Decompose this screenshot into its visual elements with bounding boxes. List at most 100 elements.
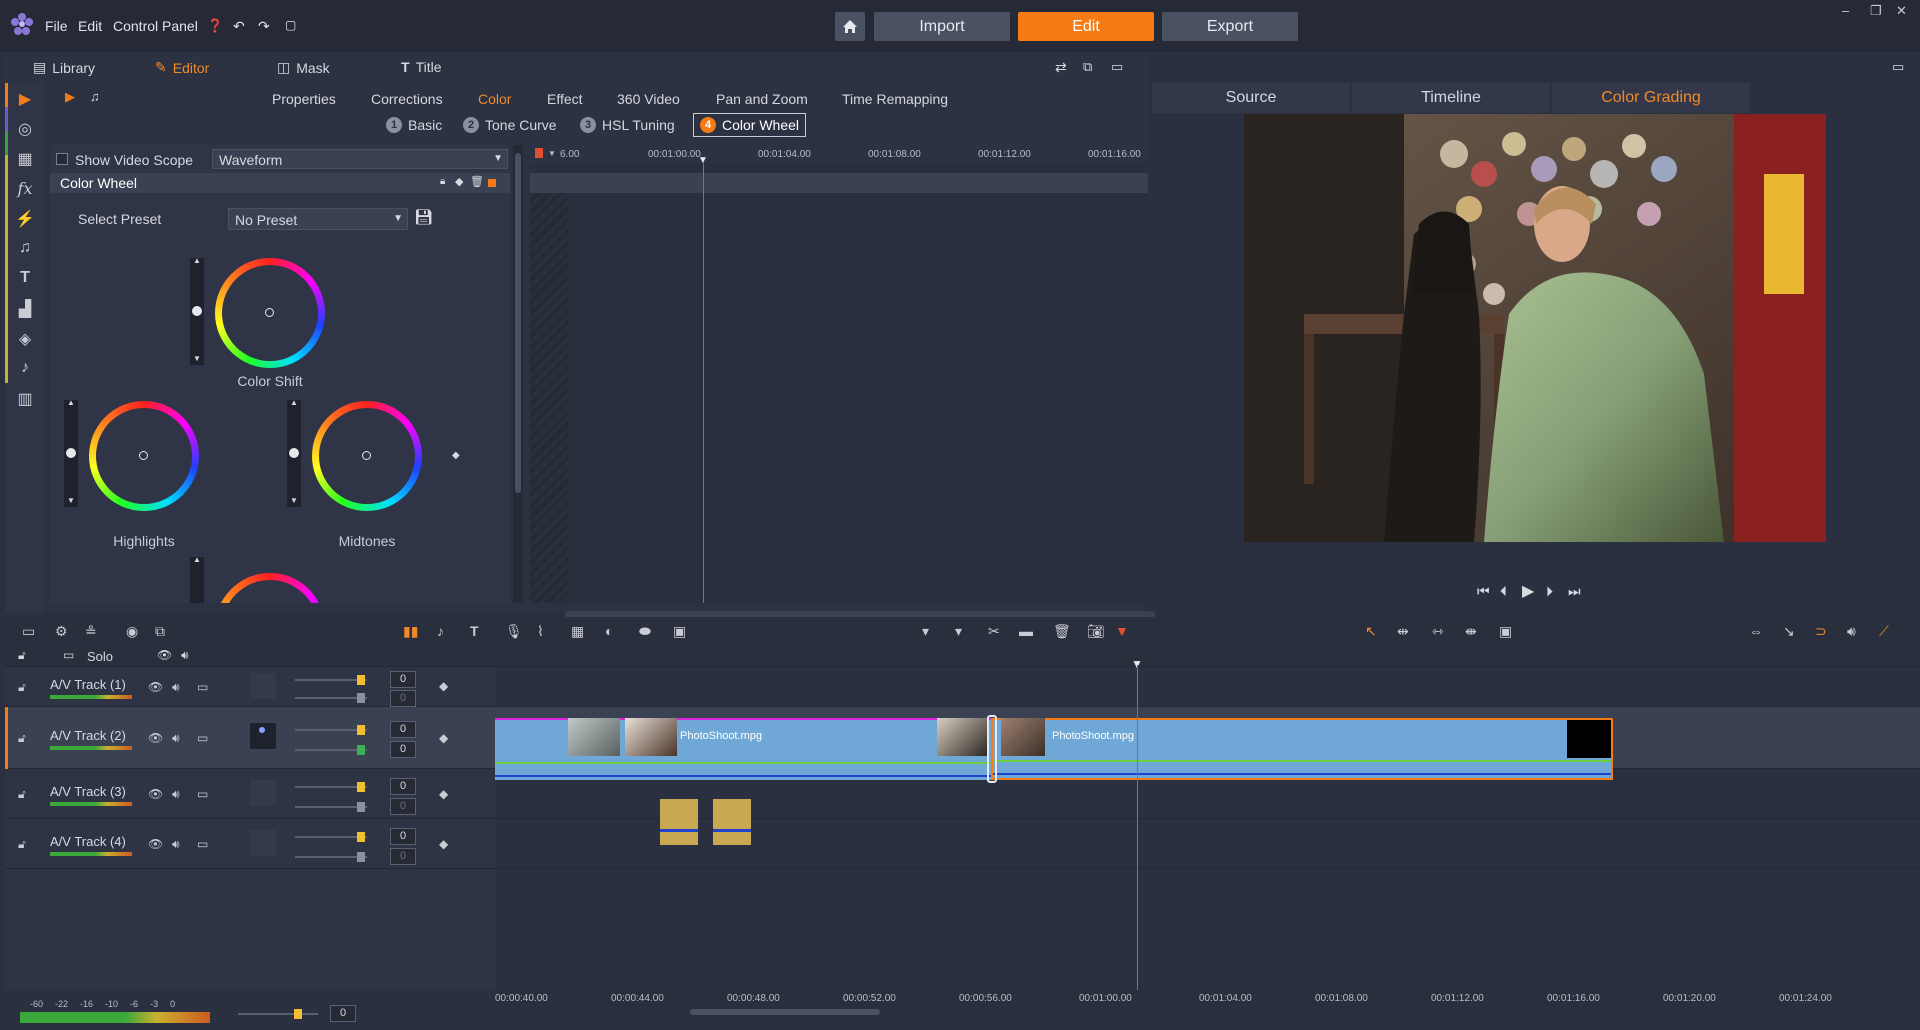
playhead-handle-icon[interactable]: ▼ (1131, 657, 1147, 671)
lock-all-icon[interactable]: 🔓︎ (18, 648, 26, 663)
lock-icon[interactable]: 🔒︎ (440, 176, 445, 187)
lock-icon[interactable]: 🔓︎ (18, 680, 26, 695)
menu-file[interactable]: File (45, 18, 68, 34)
track-header-2[interactable]: 🔓︎ A/V Track (2) 👁︎ 🔊︎ ▭ 0 0 ◆ (5, 707, 495, 769)
monitor-icon[interactable]: ▭ (197, 731, 208, 745)
pan-slider[interactable] (295, 745, 367, 755)
shadows-slider[interactable]: ▲ (190, 555, 204, 603)
volume-value[interactable]: 0 (390, 778, 416, 795)
panner-icon[interactable] (250, 830, 276, 856)
panner-icon[interactable] (250, 723, 276, 749)
layout-icon[interactable]: ▭ (1111, 59, 1123, 75)
marker-icon[interactable] (535, 148, 543, 158)
subtab-corrections[interactable]: Corrections (371, 91, 443, 107)
panel-scrollbar[interactable] (513, 145, 523, 603)
track-lane-4[interactable] (495, 819, 1920, 869)
eye-all-icon[interactable]: 👁︎ (157, 648, 172, 662)
snapshot-icon[interactable]: 📷︎ (1087, 623, 1105, 640)
volume-slider[interactable] (295, 832, 367, 842)
transition-icon[interactable]: ⚡ (15, 209, 35, 229)
playhead-handle-icon[interactable]: ▼ (698, 155, 710, 166)
video-edit-icon[interactable]: ▶ (15, 89, 35, 109)
pan-value[interactable]: 0 (390, 848, 416, 865)
subtab-color[interactable]: Color (478, 91, 511, 107)
solo-label[interactable]: Solo (87, 649, 113, 664)
add-marker-icon[interactable]: ▼ (1115, 623, 1129, 639)
master-volume-slider[interactable] (238, 1009, 318, 1019)
keyframe-playhead[interactable] (703, 163, 704, 603)
minimize-button[interactable]: – (1842, 3, 1849, 18)
track-header-4[interactable]: 🔓︎ A/V Track (4) 👁︎ 🔊︎ ▭ 0 0 ◆ (5, 819, 495, 869)
track-header-3[interactable]: 🔓︎ A/V Track (3) 👁︎ 🔊︎ ▭ 0 0 ◆ (5, 769, 495, 819)
slip-tool-icon[interactable]: ⇿ (1432, 623, 1444, 640)
video-preview[interactable] (1244, 114, 1826, 542)
eye-icon[interactable]: 👁︎ (148, 731, 163, 745)
pan-slider[interactable] (295, 802, 367, 812)
redo-icon[interactable]: ↷ (258, 18, 270, 35)
step-forward-icon[interactable]: ⏵ (1546, 583, 1553, 600)
track-options-icon[interactable]: ≗ (85, 623, 97, 640)
monitor-icon[interactable]: ▭ (197, 787, 208, 801)
volume-value[interactable]: 0 (390, 828, 416, 845)
voiceover-icon[interactable]: 🎙︎ (505, 623, 523, 640)
save-preset-icon[interactable]: 💾︎ (414, 208, 433, 226)
close-button[interactable]: ✕ (1896, 3, 1907, 19)
menu-edit[interactable]: Edit (78, 18, 102, 34)
library-stack-icon[interactable]: ▦ (15, 149, 35, 169)
app-logo-icon[interactable] (10, 12, 34, 36)
track-name[interactable]: A/V Track (3) (50, 784, 126, 799)
subtab-effect[interactable]: Effect (547, 91, 583, 107)
eye-icon[interactable]: 👁︎ (148, 837, 163, 851)
keyframe-timeline[interactable]: ▼ 6.00 00:01:00.00 00:01:04.00 00:01:08.… (530, 145, 1148, 603)
slide-tool-icon[interactable]: ⇼ (1465, 623, 1477, 640)
audio-media-icon[interactable]: ♫ (90, 89, 100, 104)
highlights-slider[interactable]: ▲ ▼ (64, 398, 78, 507)
keyframe-toggle-icon[interactable]: ◆ (439, 787, 448, 801)
monitor-icon[interactable]: ▭ (197, 837, 208, 851)
graphics-icon[interactable]: ▟ (15, 299, 35, 319)
audio-scrub-icon[interactable]: 🔊︎ (1847, 623, 1856, 640)
tab-library[interactable]: ▤ Library (33, 59, 95, 76)
popout-icon[interactable]: ⧉ (1083, 59, 1092, 75)
track-lane-1[interactable] (495, 667, 1920, 707)
eye-icon[interactable]: 👁︎ (148, 680, 163, 694)
midtones-slider[interactable]: ▲ ▼ (287, 398, 301, 507)
export-button[interactable]: Export (1162, 12, 1298, 41)
volume-slider[interactable] (295, 782, 367, 792)
step-hsl-tuning[interactable]: 3 HSL Tuning (580, 117, 675, 133)
speaker-all-icon[interactable]: 🔊︎ (181, 648, 189, 663)
panner-icon[interactable] (250, 780, 276, 806)
dropdown-arrow-icon[interactable]: ▼ (548, 149, 556, 158)
swap-icon[interactable]: ⇄ (1055, 59, 1067, 76)
player-tab-source[interactable]: Source (1152, 83, 1350, 113)
pan-value[interactable]: 0 (390, 741, 416, 758)
menu-control-panel[interactable]: Control Panel (113, 18, 198, 34)
eye-icon[interactable]: 👁︎ (148, 787, 163, 801)
show-video-scope-checkbox[interactable] (56, 153, 68, 165)
video-scope-dropdown[interactable]: Waveform ▼ (212, 149, 508, 169)
transition-handle[interactable] (987, 715, 997, 783)
import-button[interactable]: Import (874, 12, 1010, 41)
speaker-icon[interactable]: 🔊︎ (172, 731, 180, 746)
highlights-wheel[interactable] (89, 401, 199, 511)
timeline-view-icon[interactable]: ▭ (22, 623, 35, 640)
keyframe-diamond-icon[interactable]: ◆ (452, 450, 460, 461)
monitor-icon[interactable]: ▭ (197, 680, 208, 694)
dynamic-length-icon[interactable]: ⟋ (1879, 623, 1889, 640)
audio-mixer-icon[interactable]: ▮▮ (403, 623, 418, 640)
pan-slider[interactable] (295, 693, 367, 703)
trim-tool-icon[interactable]: ⇹ (1397, 623, 1409, 640)
zoom-fit-icon[interactable]: ⇔ (1749, 623, 1763, 639)
track-name[interactable]: A/V Track (2) (50, 728, 126, 743)
midtones-wheel[interactable] (312, 401, 422, 511)
speaker-icon[interactable]: 🔊︎ (172, 787, 180, 802)
color-shift-slider[interactable]: ▲ ▼ (190, 256, 204, 365)
fx-icon[interactable]: fx (15, 179, 35, 199)
color-shift-wheel[interactable] (215, 258, 325, 368)
text-icon[interactable]: T (15, 269, 35, 289)
timeline-scrollbar[interactable] (690, 1009, 880, 1015)
keyframe-toggle-icon[interactable]: ◆ (439, 679, 448, 693)
ripple-icon[interactable]: ▬ (1019, 623, 1033, 639)
track-header-1[interactable]: 🔓︎ A/V Track (1) 👁︎ 🔊︎ ▭ 0 0 ◆ (5, 667, 495, 707)
home-button[interactable] (835, 12, 865, 41)
